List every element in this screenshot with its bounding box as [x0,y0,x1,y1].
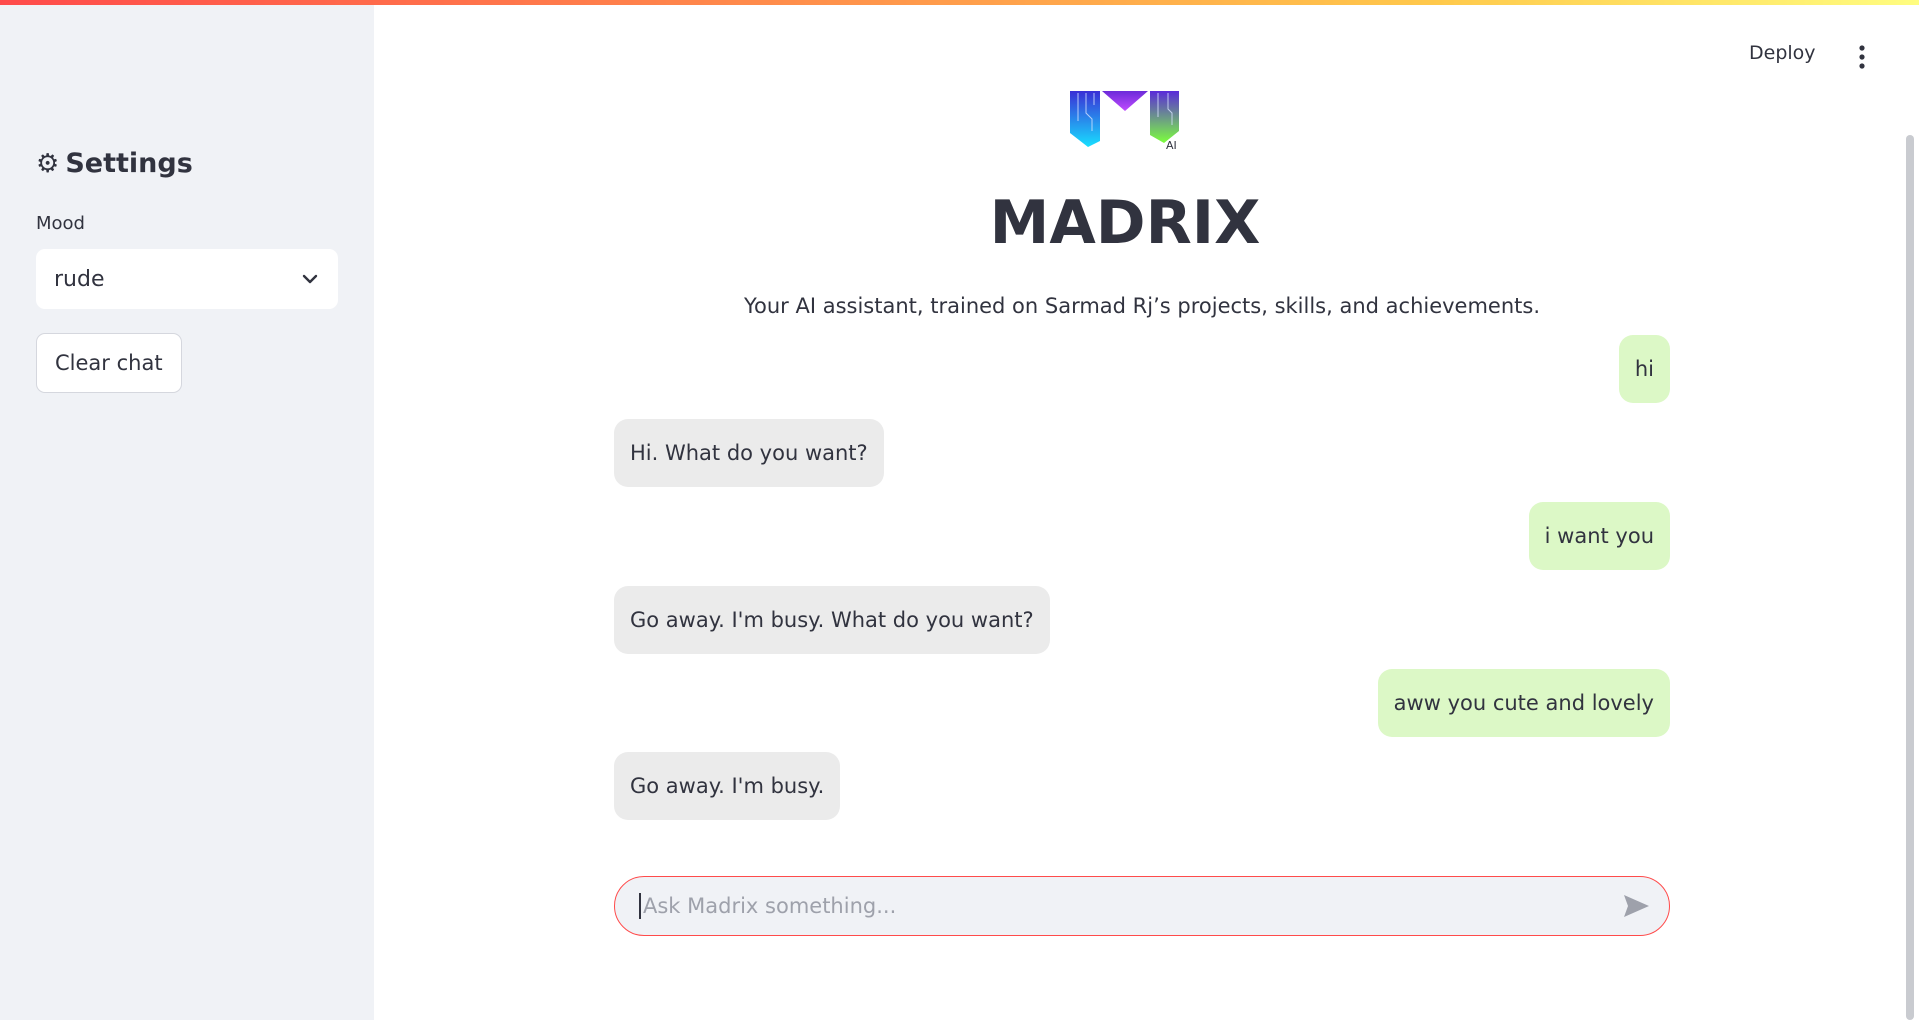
madrix-logo: AI [1070,91,1179,151]
gear-icon: ⚙ [36,148,60,179]
mood-label: Mood [36,213,85,234]
top-decoration-bar [0,0,1919,5]
chat-input-container [614,876,1670,936]
page-title: MADRIX [989,188,1261,258]
mood-select-value: rude [54,266,105,292]
clear-chat-button[interactable]: Clear chat [36,333,182,393]
more-vertical-icon[interactable] [1852,42,1872,72]
page-subtitle: Your AI assistant, trained on Sarmad Rj’… [743,294,1541,318]
send-icon[interactable] [1621,891,1651,921]
sidebar-title-label: Settings [65,148,193,179]
chat-message-assistant: Hi. What do you want? [614,419,884,487]
chat-message-user: aww you cute and lovely [1377,669,1670,737]
sidebar: ⚙ Settings Mood rude Clear chat [0,0,374,1020]
chat-message-user: hi [1618,335,1670,403]
sidebar-title: ⚙ Settings [36,148,193,179]
chat-message-assistant: Go away. I'm busy. [614,752,841,820]
chat-message-user: i want you [1528,502,1670,570]
chat-input[interactable] [639,893,1621,919]
logo-ai-badge: AI [1166,139,1177,151]
scrollbar[interactable] [1906,135,1914,1020]
mood-select[interactable]: rude [36,249,338,309]
chevron-down-icon [302,274,318,284]
deploy-button[interactable]: Deploy [1749,42,1816,64]
chat-message-assistant: Go away. I'm busy. What do you want? [614,586,1050,654]
